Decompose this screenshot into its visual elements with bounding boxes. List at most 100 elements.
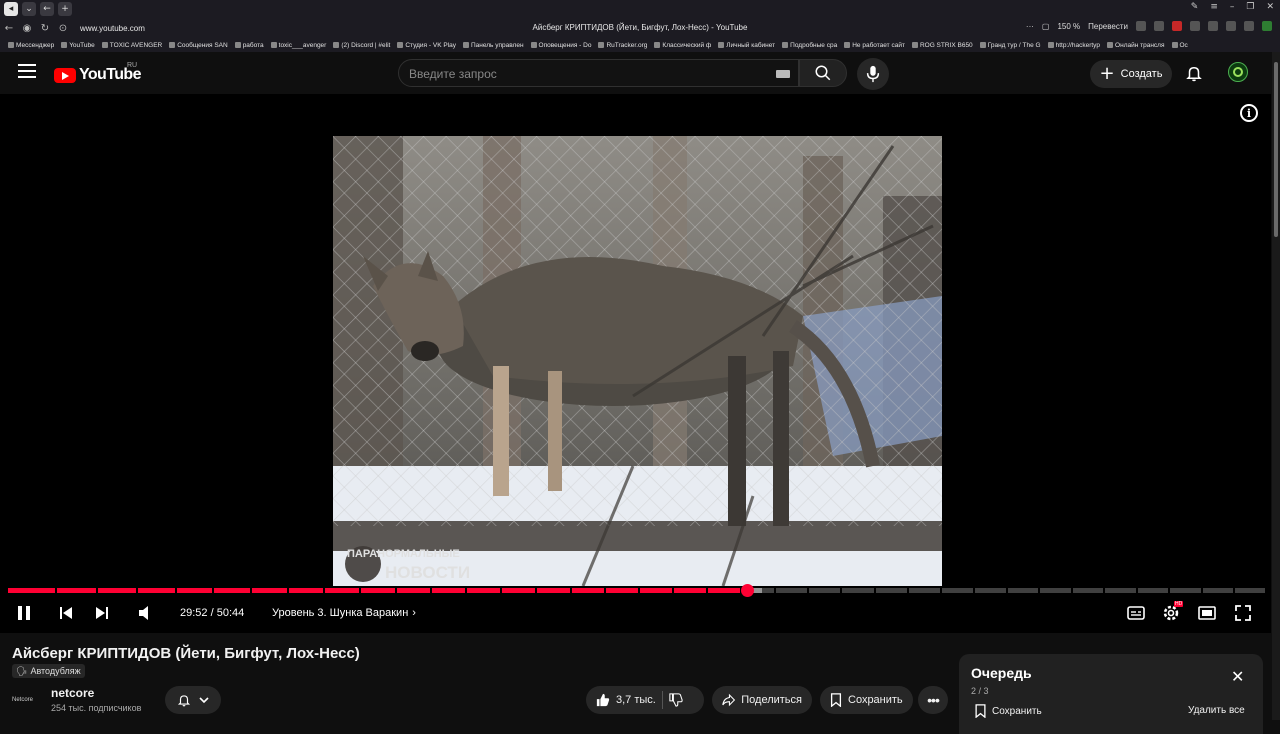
video-picture: ПАРАНОРМАЛЬНЫЕ НОВОСТИ: [333, 136, 942, 586]
bookmark-item[interactable]: http://hackertyp: [1047, 42, 1100, 49]
create-button[interactable]: + Создать: [1090, 60, 1172, 88]
channel-avatar[interactable]: Netcore: [12, 686, 42, 714]
restore-button[interactable]: ❐: [1246, 2, 1254, 12]
extension-icon[interactable]: [1190, 21, 1200, 31]
zoom-level[interactable]: 150 %: [1057, 22, 1080, 31]
tab-list-icon[interactable]: ⌄: [22, 2, 36, 16]
progress-bar[interactable]: [8, 584, 1265, 597]
bookmark-favicon-icon: [598, 42, 605, 48]
extension-icon[interactable]: [1226, 21, 1236, 31]
thumbs-up-icon[interactable]: [596, 693, 610, 707]
bookmark-label: Классический ф: [662, 41, 712, 49]
new-tab-button[interactable]: +: [58, 2, 72, 16]
bookmark-item[interactable]: Панель управлен: [462, 42, 524, 49]
bookmark-item[interactable]: RuTracker.org: [598, 42, 647, 49]
subscription-bell-button[interactable]: [165, 686, 221, 714]
voice-search-button[interactable]: [857, 58, 889, 90]
settings-button[interactable]: HD: [1159, 596, 1184, 630]
extension-icon[interactable]: [1172, 21, 1182, 31]
chapter-button[interactable]: Уровень 3. Шунка Варакин ›: [272, 607, 416, 619]
subtitles-button[interactable]: [1124, 596, 1148, 630]
pinned-tab[interactable]: ◂: [4, 2, 18, 16]
bookmark-item[interactable]: Ос: [1171, 42, 1188, 49]
bookmark-favicon-icon: [1047, 42, 1054, 48]
bookmark-item[interactable]: Мессенджер: [8, 42, 54, 49]
next-button[interactable]: [90, 596, 114, 630]
lock-icon[interactable]: ⊙: [54, 23, 72, 34]
autodub-badge[interactable]: 🗣 Автодубляж: [12, 664, 85, 678]
bookmark-item[interactable]: Студия - VK Play: [397, 42, 456, 49]
more-dots-icon[interactable]: ···: [1026, 22, 1034, 31]
reload-icon[interactable]: ↻: [36, 23, 54, 34]
scroll-thumb[interactable]: [1274, 62, 1278, 237]
vpn-icon[interactable]: ◉: [18, 23, 36, 34]
chapter-marker: [323, 588, 326, 593]
translate-button[interactable]: Перевести: [1088, 22, 1128, 31]
tab-strip: ◂ ⌄ ← +: [0, 0, 1280, 18]
chapter-marker: [1168, 588, 1171, 593]
thumbs-down-icon[interactable]: [669, 693, 683, 707]
close-icon[interactable]: ✕: [1231, 667, 1244, 686]
pause-button[interactable]: [12, 596, 36, 630]
queue-save-button[interactable]: Сохранить: [975, 704, 1042, 718]
info-icon[interactable]: i: [1240, 104, 1258, 122]
like-count[interactable]: 3,7 тыс.: [616, 694, 656, 706]
extension-icon[interactable]: [1136, 21, 1146, 31]
theater-mode-button[interactable]: [1195, 596, 1219, 630]
menu-hamburger-icon[interactable]: [18, 64, 36, 80]
bookmark-item[interactable]: работа: [234, 42, 264, 49]
total-time: 50:44: [216, 607, 245, 619]
video-frame[interactable]: ПАРАНОРМАЛЬНЫЕ НОВОСТИ: [333, 136, 942, 586]
bookmark-item[interactable]: Не работает сайт: [844, 42, 905, 49]
extension-icon[interactable]: [1154, 21, 1164, 31]
bookmark-item[interactable]: toxic___avenger: [270, 42, 326, 49]
like-divider: [661, 691, 663, 709]
keyboard-icon[interactable]: [776, 70, 790, 78]
more-actions-button[interactable]: •••: [918, 686, 948, 714]
url-field[interactable]: www.youtube.com: [80, 24, 145, 33]
minimize-button[interactable]: –: [1230, 2, 1235, 12]
previous-button[interactable]: [54, 596, 78, 630]
extension-icon[interactable]: [1208, 21, 1218, 31]
region-code: RU: [127, 62, 138, 69]
save-button[interactable]: Сохранить: [820, 686, 913, 714]
chapter-marker: [906, 588, 909, 593]
search-input[interactable]: Введите запрос: [398, 59, 799, 87]
chapter-marker: [500, 588, 503, 593]
bookmark-icon[interactable]: ▢: [1042, 22, 1050, 31]
channel-name[interactable]: netcore: [51, 686, 94, 700]
bookmark-item[interactable]: Классический ф: [654, 42, 711, 49]
bookmark-item[interactable]: ROG STRIX B650: [911, 42, 973, 49]
search-button[interactable]: [799, 59, 847, 87]
bookmark-item[interactable]: Оповещения - Do: [530, 42, 591, 49]
bookmark-item[interactable]: Личный кабинет: [718, 42, 775, 49]
queue-remove-all-button[interactable]: Удалить все: [1188, 705, 1245, 716]
bookmark-item[interactable]: Онлайн трансля: [1107, 42, 1165, 49]
menu-icon[interactable]: ≡: [1210, 2, 1218, 12]
page-scrollbar[interactable]: [1272, 52, 1280, 720]
bookmark-item[interactable]: YouTube: [61, 42, 95, 49]
extension-icon[interactable]: [1244, 21, 1254, 31]
bookmark-item[interactable]: TOXIC AVENGER: [101, 42, 162, 49]
back-icon[interactable]: ←: [0, 23, 18, 34]
chapter-marker: [807, 588, 810, 593]
profile-icon[interactable]: [1262, 21, 1272, 31]
window-controls: ✎ ≡ – ❐ ✕: [1191, 2, 1274, 12]
bookmark-item[interactable]: (2) Discord | #elit: [333, 42, 390, 49]
user-avatar[interactable]: [1228, 62, 1248, 82]
pin-icon[interactable]: ✎: [1191, 2, 1199, 12]
close-window-button[interactable]: ✕: [1266, 2, 1274, 12]
time-separator: /: [207, 607, 217, 619]
bookmark-item[interactable]: Подробные сра: [782, 42, 837, 49]
bookmark-item[interactable]: Гранд тур / The G: [979, 42, 1041, 49]
bookmark-item[interactable]: Сообщения SAN: [169, 42, 228, 49]
chevron-right-icon: ›: [412, 607, 416, 619]
notifications-button[interactable]: [1183, 62, 1205, 84]
volume-button[interactable]: [134, 596, 158, 630]
back-tab-icon[interactable]: ←: [40, 2, 54, 16]
bookmark-label: Мессенджер: [16, 41, 55, 49]
youtube-logo[interactable]: YouTube RU: [54, 62, 141, 84]
microphone-icon: [866, 65, 880, 83]
fullscreen-button[interactable]: [1231, 596, 1255, 630]
share-button[interactable]: Поделиться: [712, 686, 812, 714]
